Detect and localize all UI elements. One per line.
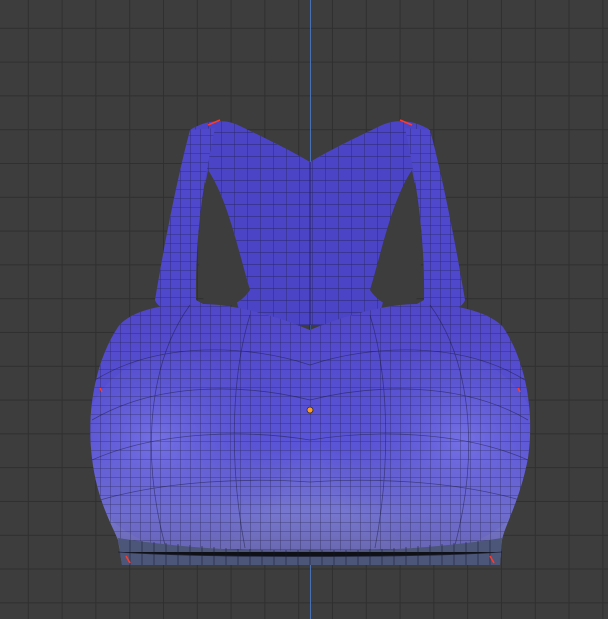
mesh-object[interactable] xyxy=(0,0,608,619)
origin-marker-icon[interactable] xyxy=(306,406,314,414)
front-cups xyxy=(90,303,531,565)
3d-viewport[interactable] xyxy=(0,0,608,619)
